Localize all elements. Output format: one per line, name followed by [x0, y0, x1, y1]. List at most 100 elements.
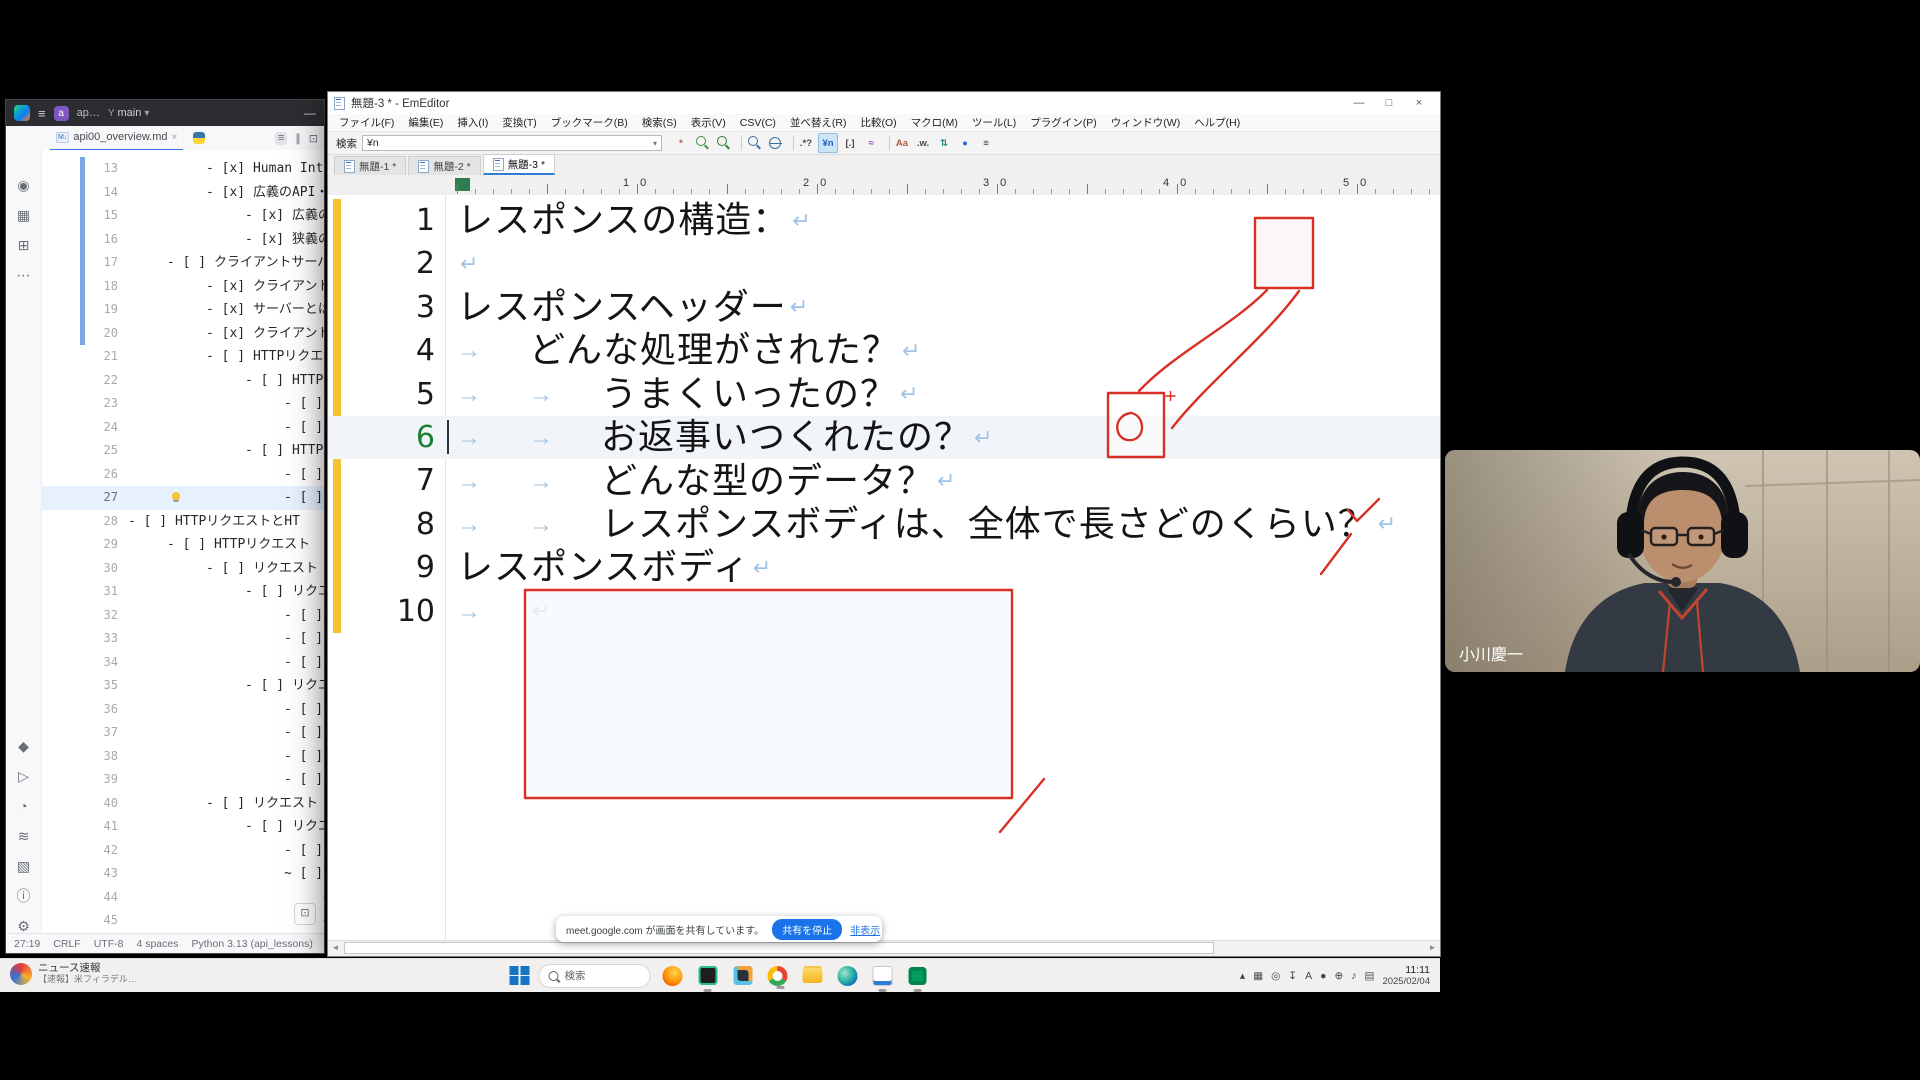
edge-icon[interactable]: [835, 963, 861, 989]
editor-line[interactable]: 10 →↵: [328, 590, 1440, 633]
outline-row[interactable]: 13 - [x] Human Inte: [42, 157, 324, 181]
status-item[interactable]: 4 spaces: [136, 938, 178, 950]
outline-row[interactable]: 19 - [x] サーバーとは: [42, 298, 324, 322]
hide-banner-link[interactable]: 非表示: [850, 922, 880, 937]
more-tools-icon[interactable]: ⋯: [17, 268, 31, 282]
tab-untitled-2[interactable]: 無題-2 *: [408, 156, 480, 175]
menu-item[interactable]: 表示(V): [684, 115, 733, 130]
outline-row[interactable]: 40 - [ ] リクエスト: [42, 792, 324, 816]
status-dot-icon[interactable]: ●: [1320, 970, 1326, 982]
outline-row[interactable]: 38 - [ ] リクエ: [42, 745, 324, 769]
results-list-icon[interactable]: ≡: [977, 134, 995, 152]
separator[interactable]: [883, 135, 890, 151]
emeditor-title-bar[interactable]: 無題-3 * - EmEditor —□×: [328, 92, 1440, 114]
minimize-button[interactable]: —: [304, 106, 316, 120]
status-item[interactable]: 27:19: [14, 938, 40, 950]
outline-row[interactable]: 34 - [ ]: [42, 651, 324, 675]
outline-row[interactable]: 28 - [ ] HTTPリクエストとHT: [42, 510, 324, 534]
menu-item[interactable]: 変換(T): [495, 115, 543, 130]
outline-row[interactable]: 17 - [ ] クライアントサーバン: [42, 251, 324, 275]
network-icon[interactable]: ⊕: [1334, 970, 1343, 982]
close-button[interactable]: ×: [1404, 97, 1434, 109]
outline-row[interactable]: 35 - [ ] リクエ: [42, 674, 324, 698]
outline-row[interactable]: 25 - [ ] HTTPレスポ: [42, 439, 324, 463]
touch-keyboard-icon[interactable]: ▤: [1365, 970, 1375, 982]
editor-line[interactable]: 1 レスポンスの構造：↵: [328, 199, 1440, 242]
start-button[interactable]: [510, 966, 530, 986]
menu-item[interactable]: 挿入(I): [450, 115, 495, 130]
find-previous-icon[interactable]: [693, 134, 711, 152]
outline-row[interactable]: 37 - [ ] リクエ: [42, 721, 324, 745]
outline-row[interactable]: 30 - [ ] リクエスト: [42, 557, 324, 581]
project-name[interactable]: ap…: [77, 107, 100, 119]
outline-row[interactable]: 22 - [ ] HTTPリクエ: [42, 369, 324, 393]
separator[interactable]: [787, 135, 794, 151]
outline-row[interactable]: 45 ~: [42, 909, 324, 933]
outline-row[interactable]: 14 - [x] 広義のAPI・狭義: [42, 181, 324, 205]
find-input[interactable]: ¥n ▾: [362, 135, 662, 151]
horizontal-scrollbar[interactable]: ◄ ►: [328, 940, 1440, 956]
find-next-icon[interactable]: [714, 134, 732, 152]
separator[interactable]: [735, 135, 742, 151]
outline-row[interactable]: 32 - [ ]: [42, 604, 324, 628]
editor-line[interactable]: 3 レスポンスヘッダー↵: [328, 286, 1440, 329]
fuzzy-match-icon[interactable]: ≈: [862, 134, 880, 152]
find-icon[interactable]: [745, 134, 763, 152]
advanced-filter-icon[interactable]: *: [672, 134, 690, 152]
chrome-icon[interactable]: [768, 966, 788, 986]
status-item[interactable]: Python 3.13 (api_lessons): [191, 938, 312, 950]
outline-row[interactable]: 21 - [ ] HTTPリクエスト: [42, 345, 324, 369]
close-tab-icon[interactable]: ×: [172, 132, 178, 143]
editor-line[interactable]: 8 →→レスポンスボディは、全体で長さどのくらい？↵: [328, 503, 1440, 546]
outline-row[interactable]: 23 - [ ] HTTP: [42, 392, 324, 416]
settings-icon[interactable]: ⚙: [17, 919, 30, 933]
scrollbar-thumb[interactable]: [344, 942, 1214, 954]
tab-untitled-1[interactable]: 無題-1 *: [334, 156, 406, 175]
download-status-icon[interactable]: ↧: [1288, 970, 1297, 982]
chevron-down-icon[interactable]: ▾: [653, 139, 657, 148]
match-case-icon[interactable]: Aa: [893, 134, 911, 152]
tab-untitled-3[interactable]: 無題-3 *: [483, 154, 555, 175]
outline-row[interactable]: 26 - [ ] HTTP: [42, 463, 324, 487]
editor-line[interactable]: 9 レスポンスボディ↵: [328, 546, 1440, 589]
outline-row[interactable]: 20 - [x] クライアントサー: [42, 322, 324, 346]
split-editor-icon[interactable]: ∥: [295, 132, 301, 145]
editor-line[interactable]: 6 →→お返事いつくれたの？↵: [328, 416, 1440, 459]
widgets-grid-icon[interactable]: ▦: [1253, 970, 1263, 982]
commit-icon[interactable]: ◉: [17, 178, 29, 192]
pycharm-icon[interactable]: [695, 963, 721, 989]
menu-item[interactable]: ツール(L): [965, 115, 1023, 130]
hidden-icons-chevron[interactable]: ▴: [1240, 970, 1245, 982]
ime-a-icon[interactable]: A: [1305, 970, 1312, 982]
menu-item[interactable]: マクロ(M): [904, 115, 965, 130]
structure-view-icon[interactable]: ≡: [275, 132, 287, 145]
stop-sharing-button[interactable]: 共有を停止: [772, 919, 842, 940]
firefox-icon[interactable]: [660, 963, 686, 989]
whole-word-icon[interactable]: .w.: [914, 134, 932, 152]
outline-row[interactable]: 44 ~: [42, 886, 324, 910]
outline-row[interactable]: 31 - [ ] リクエ: [42, 580, 324, 604]
debug-icon[interactable]: ◆: [18, 739, 29, 753]
main-menu-icon[interactable]: ≡: [38, 106, 46, 121]
run-icon[interactable]: ▷: [18, 769, 29, 783]
editor-line[interactable]: 7 →→どんな型のデータ？↵: [328, 459, 1440, 502]
git-branch-widget[interactable]: Y main ▾: [108, 107, 150, 119]
maximize-button[interactable]: □: [1374, 97, 1404, 109]
editor-line[interactable]: 4 →どんな処理がされた？↵: [328, 329, 1440, 372]
taskbar-clock[interactable]: 11:11 2025/02/04: [1382, 964, 1430, 988]
editor-tab[interactable]: M↓ api00_overview.md ×: [50, 126, 183, 151]
outline-row[interactable]: 18 - [x] クライアントと(: [42, 275, 324, 299]
news-widget[interactable]: ニュース速報 【速報】米フィラデル…: [10, 962, 137, 985]
regex-icon[interactable]: .*?: [797, 134, 815, 152]
menu-item[interactable]: ヘルプ(H): [1187, 115, 1247, 130]
text-editing-area[interactable]: 1 レスポンスの構造：↵ 2 ↵ 3 レスポンスヘッダー↵ 4: [328, 195, 1440, 941]
menu-item[interactable]: 比較(O): [854, 115, 904, 130]
outline-row[interactable]: 41 - [ ] リクエ: [42, 815, 324, 839]
problems-icon[interactable]: ⓘ: [17, 889, 31, 903]
menu-item[interactable]: 編集(E): [401, 115, 450, 130]
outline-row[interactable]: 43 ~ [ ]: [42, 862, 324, 886]
menu-item[interactable]: プラグイン(P): [1023, 115, 1104, 130]
outline-row[interactable]: 16 - [x] 狭義のAPI: [42, 228, 324, 252]
markdown-outline-editor[interactable]: 13 - [x] Human Inte 14 - [x] 広義のAPI・狭義 1…: [42, 150, 324, 933]
editor-line[interactable]: 5 →→うまくいったの？↵: [328, 373, 1440, 416]
